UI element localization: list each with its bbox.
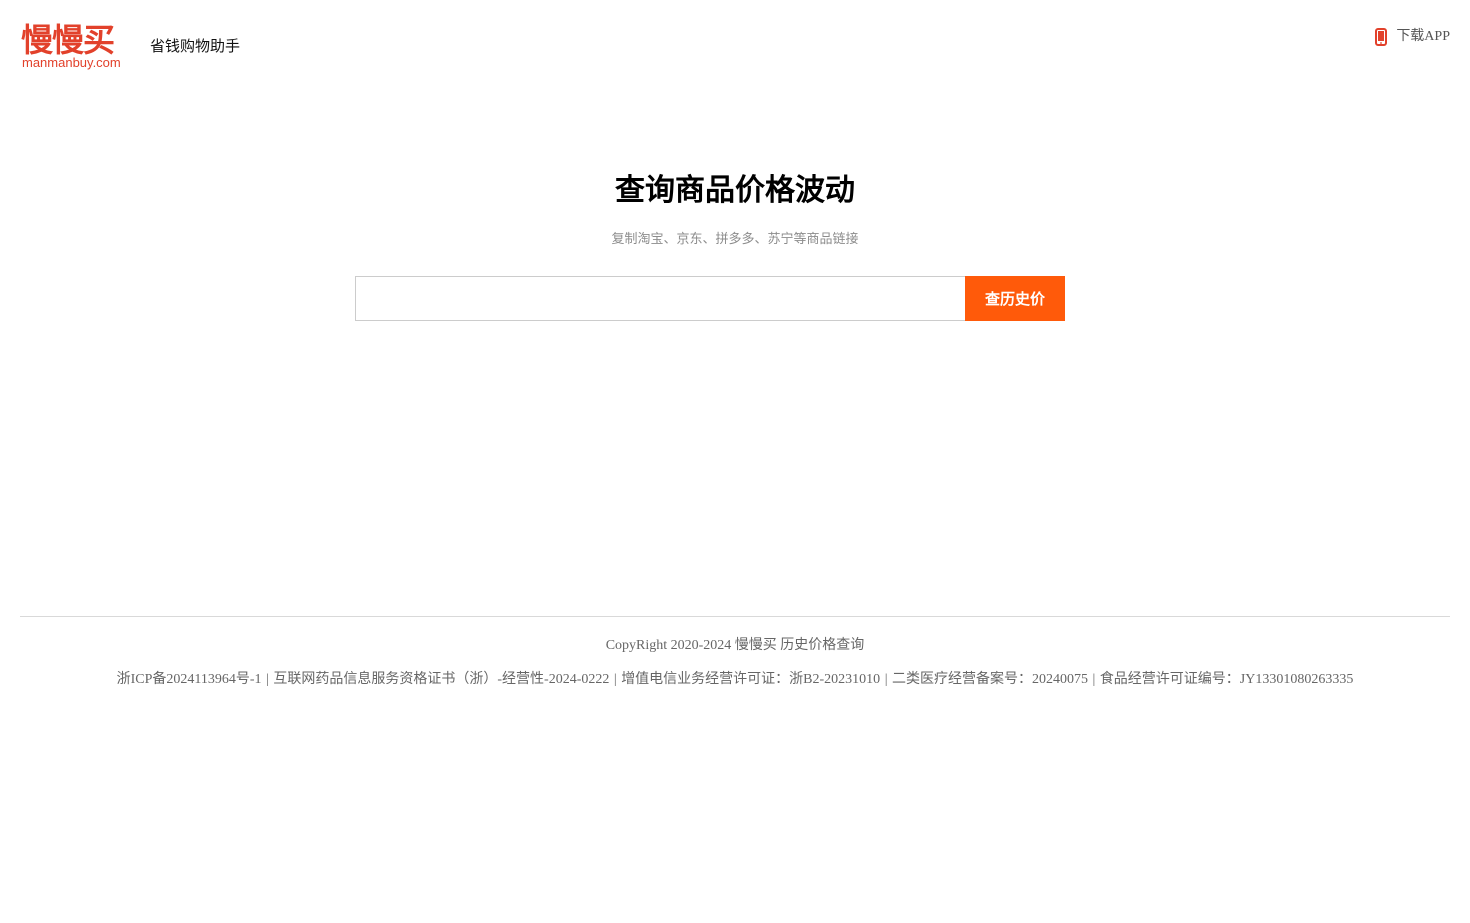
footer-licenses: 浙ICP备2024113964号-1 | 互联网药品信息服务资格证书（浙）-经营… — [0, 670, 1470, 690]
site-header: 慢慢买 manmanbuy.com 省钱购物助手 下载APP — [0, 0, 1470, 90]
brand-logo[interactable]: 慢慢买 manmanbuy.com — [21, 22, 133, 72]
page-title: 查询商品价格波动 — [615, 173, 855, 208]
footer-separator: | — [613, 672, 617, 687]
medical-record-number: 二类医疗经营备案号：20240075 — [892, 672, 1088, 687]
food-license-number: 食品经营许可证编号：JY13301080263335 — [1099, 672, 1354, 687]
logo-chinese-text: 慢慢买 — [21, 21, 115, 59]
phone-icon — [1375, 28, 1388, 46]
icp-license-link[interactable]: 浙ICP备2024113964号-1 — [117, 672, 262, 687]
brand-tagline: 省钱购物助手 — [150, 37, 241, 55]
footer-separator: | — [266, 672, 269, 687]
drug-info-license: 互联网药品信息服务资格证书（浙）-经营性-2024-0222 — [273, 672, 610, 687]
product-link-input[interactable] — [355, 276, 965, 321]
telecom-license: 增值电信业务经营许可证：浙B2-20231010 — [621, 672, 881, 687]
footer-separator: | — [1092, 672, 1096, 687]
footer-separator: | — [884, 672, 888, 687]
logo-domain-text: manmanbuy.com — [22, 55, 121, 70]
download-app-label: 下载APP — [1396, 29, 1450, 44]
check-price-history-button[interactable]: 查历史价 — [965, 276, 1065, 321]
search-bar: 查历史价 — [355, 276, 1065, 321]
footer-divider — [20, 616, 1450, 617]
download-app-link[interactable]: 下载APP — [1375, 27, 1450, 47]
footer-copyright: CopyRight 2020-2024 慢慢买 历史价格查询 — [605, 638, 865, 653]
page-subtitle: 复制淘宝、京东、拼多多、苏宁等商品链接 — [611, 232, 859, 247]
